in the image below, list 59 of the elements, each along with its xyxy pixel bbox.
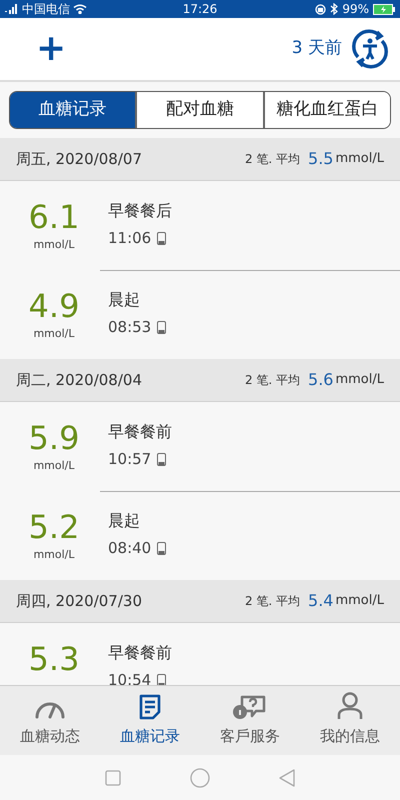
count-average-label: 2 笔. 平均 xyxy=(244,593,300,610)
battery-percent: 99% xyxy=(342,1,369,18)
count-average-label: 2 笔. 平均 xyxy=(244,372,300,389)
nav-tab[interactable]: 客戶服务 xyxy=(200,686,300,755)
glucose-unit: mmol/L xyxy=(33,458,75,474)
time-text: 08:40 xyxy=(108,538,152,559)
tab[interactable]: 血糖记录 xyxy=(10,92,136,128)
signal-icon xyxy=(5,4,19,14)
glucose-value: 5.3 xyxy=(28,639,80,679)
average-value: 5.5 xyxy=(308,148,334,170)
glucose-unit: mmol/L xyxy=(33,547,75,563)
meal-label: 晨起 xyxy=(108,289,141,311)
date-text: 周四, 2020/07/30 xyxy=(16,590,142,612)
person-icon xyxy=(336,690,364,720)
meal-label: 晨起 xyxy=(108,510,141,532)
phone-icon xyxy=(157,674,166,685)
average-value: 5.4 xyxy=(308,590,334,612)
date-text: 周五, 2020/08/07 xyxy=(16,148,142,170)
glucose-value: 5.9 xyxy=(28,418,80,458)
meal-label: 早餐餐前 xyxy=(108,421,172,443)
clock-text: 17:26 xyxy=(182,1,218,18)
average-unit: mmol/L xyxy=(335,592,384,610)
average-unit: mmol/L xyxy=(335,150,384,168)
phone-icon xyxy=(157,320,166,334)
recents-icon[interactable] xyxy=(104,770,121,786)
alarm-icon xyxy=(315,4,326,14)
average-unit: mmol/L xyxy=(335,371,384,390)
meal-label: 早餐餐后 xyxy=(108,200,172,222)
glucose-value: 6.1 xyxy=(28,197,80,237)
wifi-icon xyxy=(73,4,87,14)
meal-label: 早餐餐前 xyxy=(108,642,172,664)
battery-icon xyxy=(373,4,395,14)
average-value: 5.6 xyxy=(308,369,334,391)
back-icon[interactable] xyxy=(279,768,296,786)
date-text: 周二, 2020/08/04 xyxy=(16,370,142,391)
phone-icon xyxy=(157,452,166,466)
phone-icon xyxy=(157,542,166,555)
sync-person-icon[interactable] xyxy=(350,29,390,69)
time-text: 10:54 xyxy=(108,670,152,685)
glucose-unit: mmol/L xyxy=(33,326,75,342)
add-button[interactable]: + xyxy=(36,31,66,67)
time-text: 10:57 xyxy=(108,449,152,470)
time-text: 11:06 xyxy=(108,228,152,249)
document-icon xyxy=(138,692,162,720)
nav-tab[interactable]: 血糖动态 xyxy=(0,686,100,755)
last-sync-text: 3 天前 xyxy=(292,37,342,60)
nav-tab[interactable]: 我的信息 xyxy=(300,686,400,755)
tab[interactable]: 配对血糖 xyxy=(135,92,263,128)
bluetooth-icon xyxy=(330,3,338,15)
time-text: 08:53 xyxy=(108,317,152,338)
glucose-unit: mmol/L xyxy=(33,237,75,253)
nav-tab[interactable]: 血糖记录 xyxy=(100,686,200,755)
home-icon[interactable] xyxy=(190,768,210,788)
carrier-text: 中国电信 xyxy=(22,1,70,18)
glucose-value: 4.9 xyxy=(28,286,80,326)
glucose-value: 5.2 xyxy=(28,507,80,547)
tab[interactable]: 糖化血红蛋白 xyxy=(262,92,390,128)
phone-icon xyxy=(157,232,166,245)
count-average-label: 2 笔. 平均 xyxy=(244,151,300,168)
